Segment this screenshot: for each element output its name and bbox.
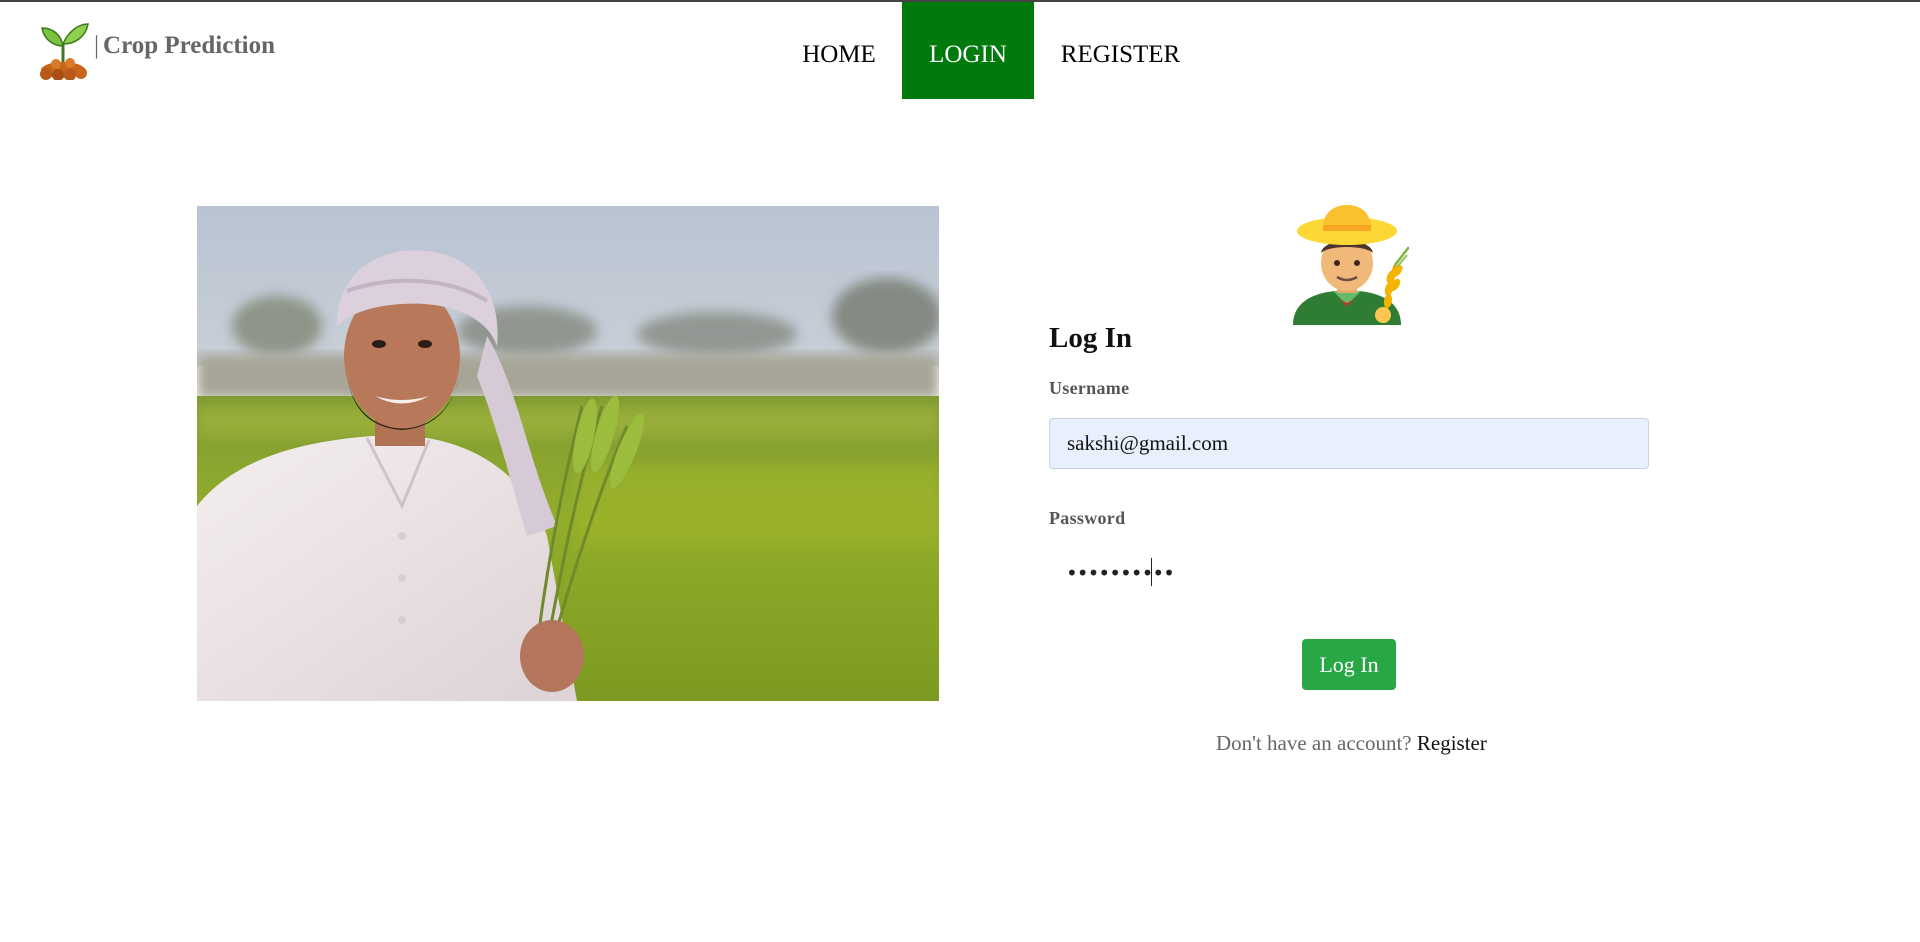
username-label: Username — [1049, 378, 1130, 398]
login-title: Log In — [1049, 322, 1133, 354]
register-link[interactable]: Register — [1417, 731, 1487, 755]
signup-prompt: Don't have an account? Register — [1216, 731, 1487, 756]
brand-separator: | — [94, 32, 100, 59]
sprout-logo-icon — [40, 23, 89, 80]
farmer-holding-wheat-photo — [197, 206, 939, 701]
login-submit-button[interactable]: Log In — [1302, 639, 1396, 690]
text-caret — [1151, 558, 1152, 586]
main-nav: HOME LOGIN REGISTER — [776, 2, 1207, 99]
brand-title: | Crop Prediction — [94, 32, 275, 60]
password-label: Password — [1049, 508, 1126, 528]
brand-name: Crop Prediction — [103, 32, 276, 59]
username-input[interactable] — [1049, 418, 1649, 469]
nav-register-link[interactable]: REGISTER — [1034, 2, 1207, 99]
password-mask: •••••••••• — [1066, 561, 1175, 585]
brand[interactable]: | Crop Prediction — [36, 20, 275, 80]
farmer-emoji-icon — [1293, 205, 1409, 325]
signup-prompt-text: Don't have an account? — [1216, 731, 1412, 755]
nav-login-link[interactable]: LOGIN — [902, 2, 1034, 99]
nav-home-link[interactable]: HOME — [776, 2, 902, 99]
